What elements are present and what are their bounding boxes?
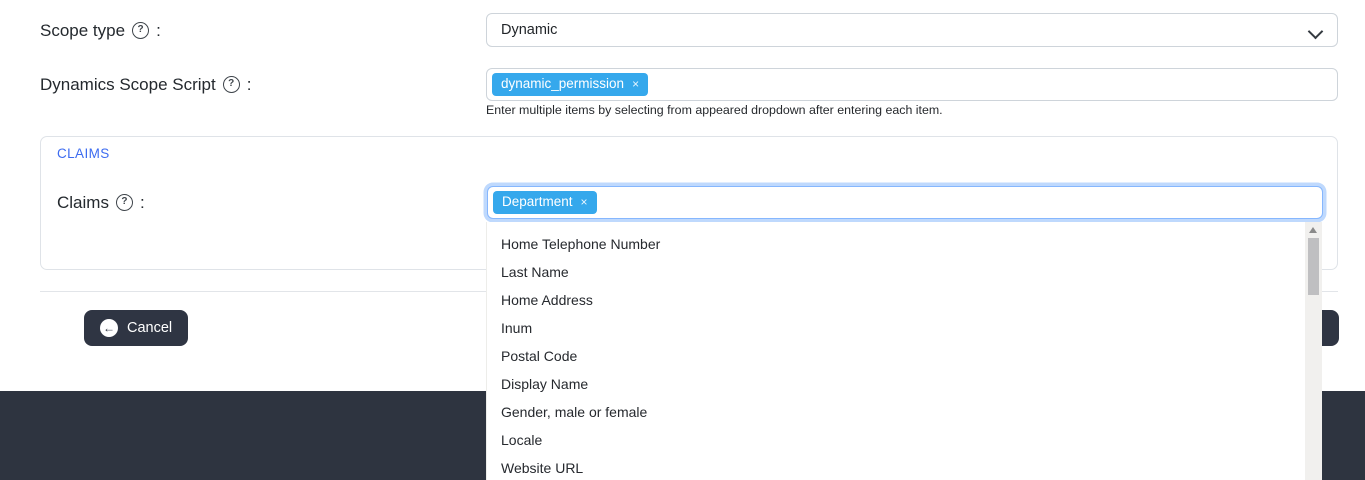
scrollbar-thumb[interactable] bbox=[1308, 238, 1319, 295]
claims-label-row: Claims ? : bbox=[57, 193, 145, 213]
tag-remove-icon[interactable]: × bbox=[632, 77, 639, 91]
help-icon[interactable]: ? bbox=[223, 76, 240, 93]
scope-script-label-row: Dynamics Scope Script ? : bbox=[40, 75, 251, 95]
scroll-up-arrow-icon[interactable] bbox=[1309, 227, 1317, 233]
scope-script-label: Dynamics Scope Script bbox=[40, 75, 216, 95]
scope-script-input[interactable]: dynamic_permission × bbox=[486, 68, 1338, 101]
chevron-down-icon bbox=[1308, 24, 1324, 40]
scope-type-selected-value: Dynamic bbox=[501, 22, 557, 38]
scope-type-select[interactable]: Dynamic bbox=[486, 13, 1338, 47]
claims-tag-label: Department bbox=[502, 194, 573, 210]
cancel-button-label: Cancel bbox=[127, 320, 172, 336]
dropdown-item[interactable]: Inum bbox=[487, 314, 1322, 342]
dropdown-item[interactable]: Gender, male or female bbox=[487, 398, 1322, 426]
scope-script-tag: dynamic_permission × bbox=[492, 73, 648, 95]
dropdown-scrollbar[interactable] bbox=[1305, 222, 1322, 480]
claims-label: Claims bbox=[57, 193, 109, 213]
dropdown-item[interactable]: Postal Code bbox=[487, 342, 1322, 370]
cancel-button[interactable]: ← Cancel bbox=[84, 310, 188, 346]
arrow-left-circle-icon: ← bbox=[100, 319, 118, 337]
colon: : bbox=[247, 75, 252, 95]
claims-dropdown: Home Telephone NumberLast NameHome Addre… bbox=[486, 222, 1322, 480]
scope-script-tag-label: dynamic_permission bbox=[501, 76, 624, 92]
dropdown-item[interactable]: Last Name bbox=[487, 258, 1322, 286]
dropdown-item[interactable]: Locale bbox=[487, 426, 1322, 454]
dropdown-item[interactable]: Home Telephone Number bbox=[487, 230, 1322, 258]
claims-section-title: CLAIMS bbox=[57, 146, 110, 161]
colon: : bbox=[140, 193, 145, 213]
colon: : bbox=[156, 21, 161, 41]
scope-script-helper-text: Enter multiple items by selecting from a… bbox=[486, 103, 943, 117]
help-icon[interactable]: ? bbox=[116, 194, 133, 211]
scope-edit-form: Scope type ? : Dynamic Dynamics Scope Sc… bbox=[0, 0, 1365, 480]
tag-remove-icon[interactable]: × bbox=[581, 195, 588, 209]
claims-input[interactable]: Department × bbox=[487, 186, 1323, 219]
scope-type-label: Scope type bbox=[40, 21, 125, 41]
dropdown-item[interactable]: Website URL bbox=[487, 454, 1322, 480]
help-icon[interactable]: ? bbox=[132, 22, 149, 39]
claims-dropdown-list: Home Telephone NumberLast NameHome Addre… bbox=[487, 230, 1322, 480]
dropdown-item[interactable]: Display Name bbox=[487, 370, 1322, 398]
scope-type-label-row: Scope type ? : bbox=[40, 21, 161, 41]
dropdown-item[interactable]: Home Address bbox=[487, 286, 1322, 314]
claims-tag: Department × bbox=[493, 191, 597, 213]
